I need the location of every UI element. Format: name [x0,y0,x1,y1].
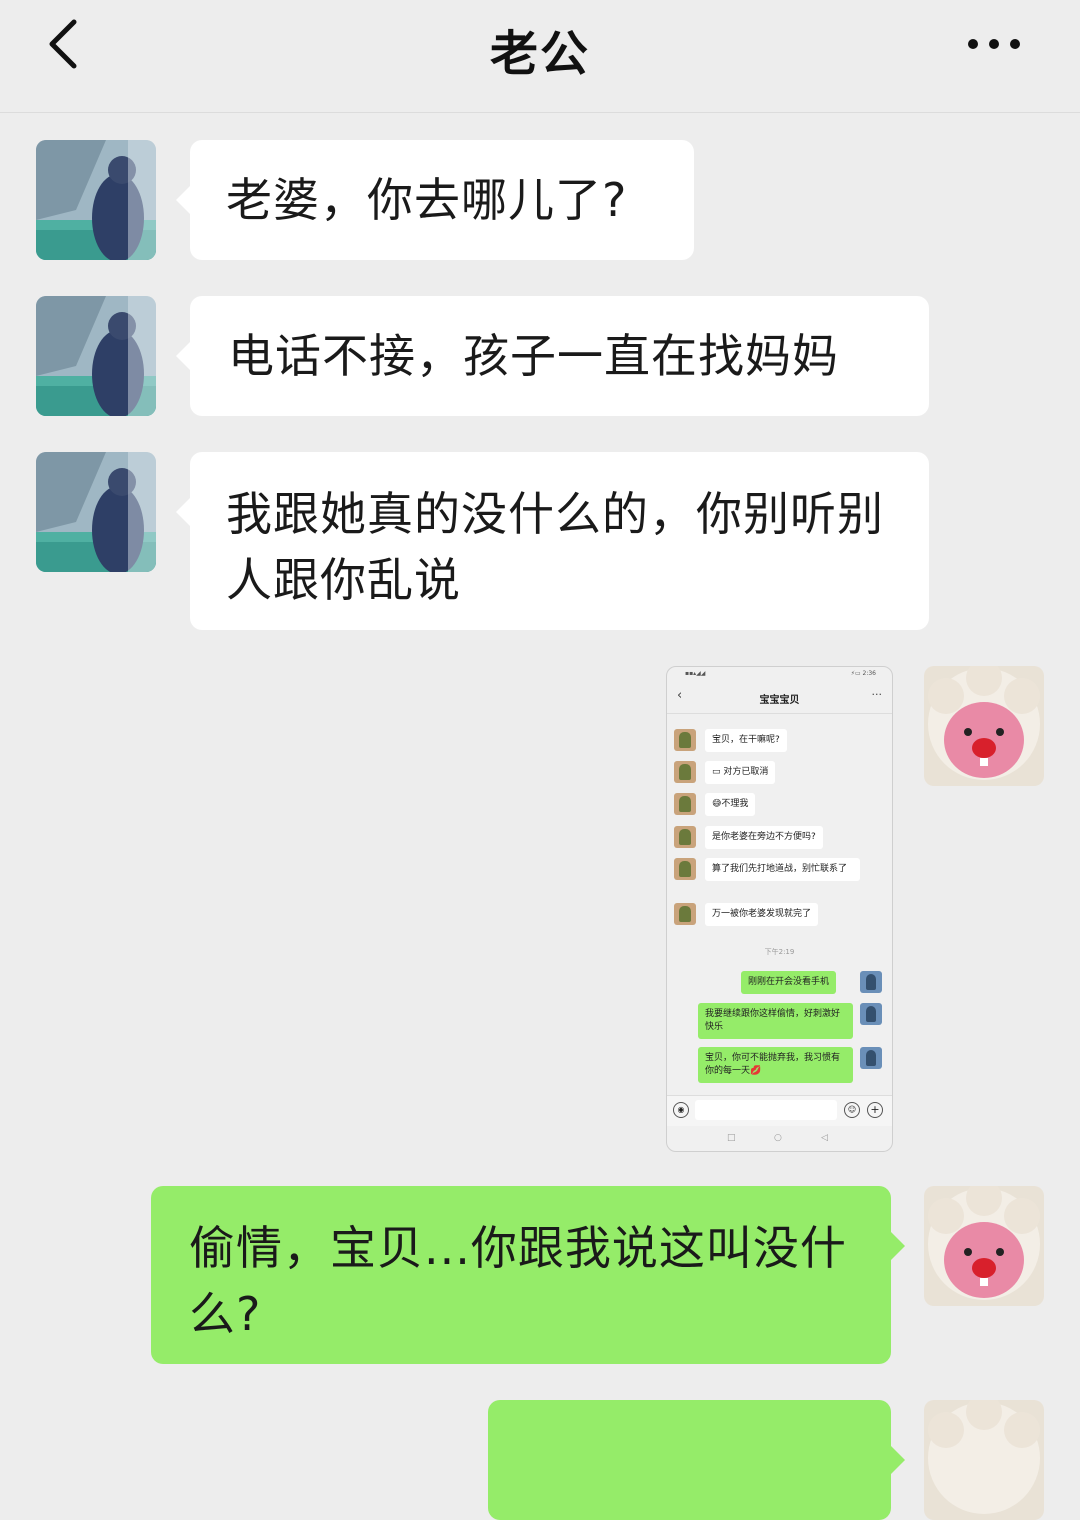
screenshot-message: 我要继续跟你这样偷情，好刺激好快乐 [698,1003,853,1039]
screenshot-header: ‹ 宝宝宝贝 ··· [667,683,892,714]
husband-avatar[interactable] [36,452,156,572]
screenshot-avatar [674,793,696,815]
message-bubble-incoming[interactable]: 电话不接，孩子一直在找妈妈 [176,296,929,416]
screenshot-timestamp: 下午2:19 [764,948,795,956]
screenshot-input-bar: ◉ ☺ + [667,1095,892,1126]
screenshot-avatar [674,729,696,751]
back-triangle-icon: ◁ [821,1133,828,1143]
screenshot-title: 宝宝宝贝 [759,695,800,706]
screenshot-status-time: ⚡▭ 2:36 [850,670,876,677]
chat-title: 老公 [489,26,590,82]
screenshot-nav-bar: □ ○ ◁ [667,1127,892,1151]
my-avatar[interactable] [924,1186,1044,1306]
message-bubble-incoming[interactable]: 老婆，你去哪儿了? [176,140,694,260]
screenshot-message: ▭ 对方已取消 [705,761,776,784]
screenshot-avatar [674,858,696,880]
husband-avatar[interactable] [36,296,156,416]
screenshot-avatar [860,1003,882,1025]
more-dots-icon[interactable] [964,36,1024,52]
plus-icon: + [867,1102,883,1118]
screenshot-avatar [674,903,696,925]
recent-apps-icon: □ [727,1133,736,1143]
screenshot-avatar [860,1047,882,1069]
signal-icon: ▪▪▴◢◢ [685,670,706,677]
screenshot-message: 😅不理我 [705,793,756,816]
screenshot-avatar [674,761,696,783]
screenshot-status-bar: ▪▪▴◢◢ ⚡▭ 2:36 [667,667,892,683]
my-avatar[interactable] [924,1400,1044,1520]
screenshot-avatar [674,826,696,848]
more-dots-icon: ··· [871,688,883,701]
home-icon: ○ [774,1133,782,1143]
husband-avatar[interactable] [36,140,156,260]
message-bubble-outgoing[interactable] [488,1400,905,1520]
chat-header: 老公 [0,0,1080,113]
message-bubble-incoming[interactable]: 我跟她真的没什么的，你别听别人跟你乱说 [176,452,929,630]
message-bubble-outgoing[interactable]: 偷情，宝贝...你跟我说这叫没什么? [151,1186,905,1364]
screenshot-message: 宝贝，你可不能抛弃我，我习惯有你的每一天💋 [698,1047,853,1083]
emoji-icon: ☺ [844,1102,860,1118]
screenshot-message: 万一被你老婆发现就完了 [705,903,819,926]
screenshot-message: 算了我们先打地道战，别忙联系了 [705,858,860,881]
screenshot-message: 是你老婆在旁边不方便吗? [705,826,823,849]
voice-icon: ◉ [673,1102,689,1118]
screenshot-image-message[interactable]: ▪▪▴◢◢ ⚡▭ 2:36 ‹ 宝宝宝贝 ··· 宝贝，在干嘛呢? ▭ 对方已取… [666,666,893,1152]
screenshot-message: 宝贝，在干嘛呢? [705,729,787,752]
screenshot-text-field [695,1100,837,1120]
screenshot-avatar [860,971,882,993]
screenshot-message: 刚刚在开会没看手机 [741,971,837,994]
my-avatar[interactable] [924,666,1044,786]
